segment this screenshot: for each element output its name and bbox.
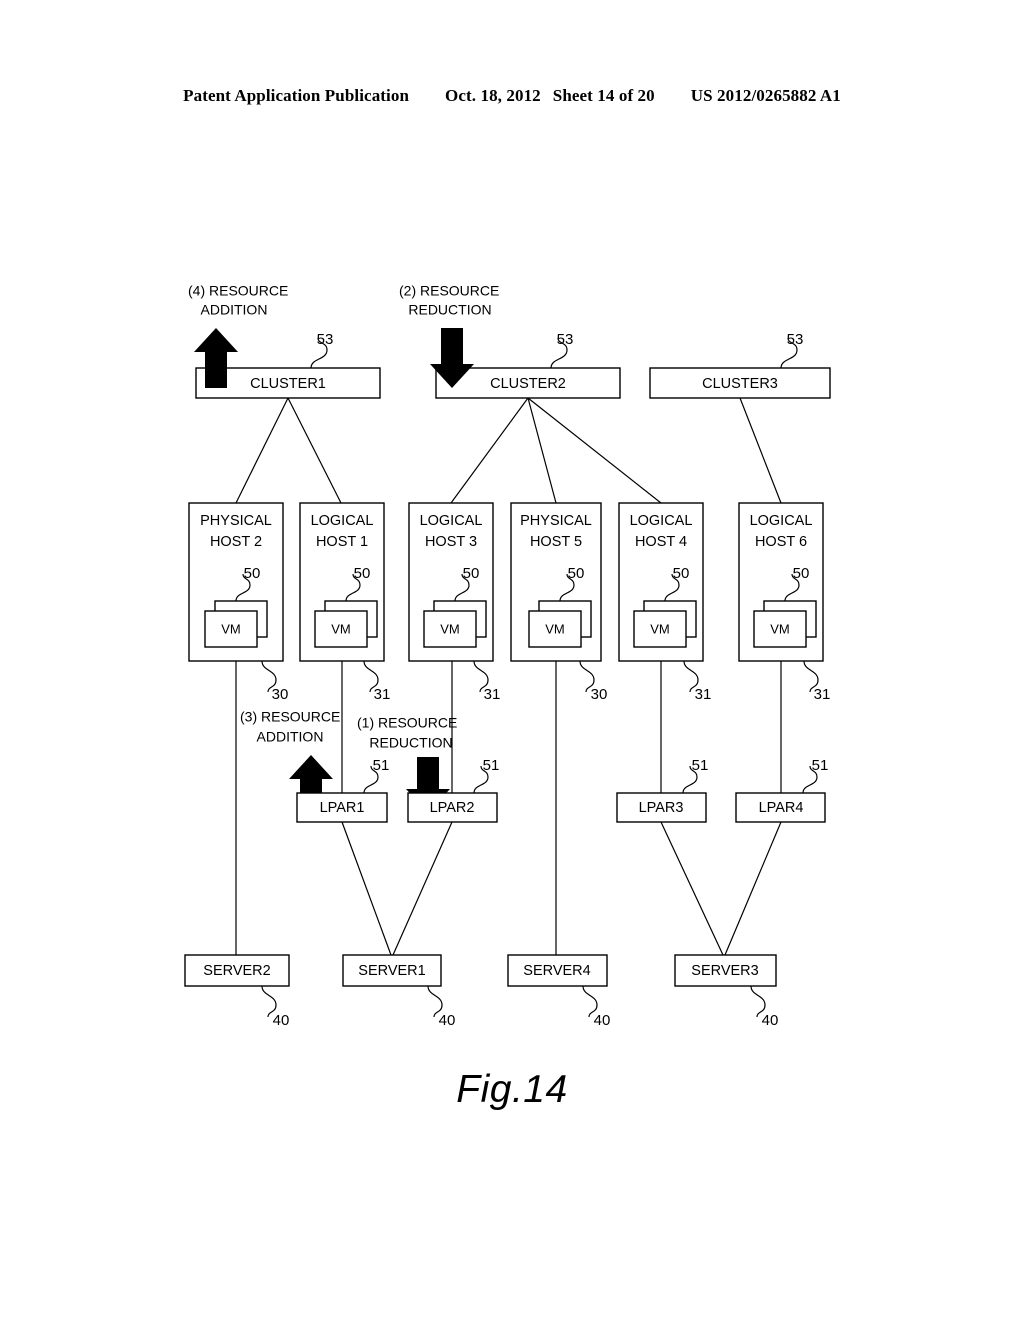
server-2-label: SERVER2 [203, 963, 270, 979]
host-4-ref: 30 [591, 686, 608, 703]
annotation-1-line1: (1) RESOURCE [357, 715, 457, 731]
host-1-vm-ref: 50 [244, 565, 261, 582]
annotation-2-line1: (2) RESOURCE [399, 283, 499, 299]
host-6-line1: LOGICAL [750, 513, 813, 529]
host-5-line2: HOST 4 [635, 534, 687, 550]
host-1-line1: PHYSICAL [200, 513, 272, 529]
server-box-2[interactable]: SERVER2 40 [184, 954, 290, 1029]
server-box-3[interactable]: SERVER3 40 [674, 954, 779, 1029]
connector-lpar1-server1 [341, 821, 392, 956]
host-5-vm-label: VM [650, 621, 670, 636]
connector-cluster2-host3 [450, 397, 529, 504]
host-reference-leaders: 30 31 31 30 31 31 [261, 660, 831, 703]
host-5-vm-ref: 50 [673, 565, 690, 582]
connector-cluster1-host1 [287, 397, 342, 504]
server-3-ref: 40 [762, 1012, 779, 1029]
cluster-host-connectors [235, 397, 782, 504]
lpar-2-ref: 51 [483, 757, 500, 774]
host-box-physical-host-5[interactable]: PHYSICAL HOST 5 VM 50 [510, 502, 602, 662]
host-box-logical-host-6[interactable]: LOGICAL HOST 6 VM 50 [738, 502, 824, 662]
host-row: PHYSICAL HOST 2 VM 50 LOGICAL HOST 1 VM … [188, 502, 824, 662]
connector-cluster3-host6 [739, 397, 782, 504]
host-4-line2: HOST 5 [530, 534, 582, 550]
host-box-logical-host-3[interactable]: LOGICAL HOST 3 VM 50 [408, 502, 494, 662]
host-1-ref: 30 [272, 686, 289, 703]
host-5-ref: 31 [695, 686, 712, 703]
figure-caption: Fig.14 [456, 1068, 568, 1111]
host-2-ref: 31 [374, 686, 391, 703]
host-4-vm-ref: 50 [568, 565, 585, 582]
cluster-row: CLUSTER1 CLUSTER2 CLUSTER3 [195, 367, 831, 399]
annotation-4-line2: ADDITION [201, 302, 268, 318]
cluster-box-3[interactable]: CLUSTER3 [649, 367, 831, 399]
server-box-1[interactable]: SERVER1 40 [342, 954, 456, 1029]
lpar-3-label: LPAR3 [639, 800, 684, 816]
host-4-line1: PHYSICAL [520, 513, 592, 529]
annotation-1-line2: REDUCTION [369, 735, 452, 751]
connector-lpar4-server3 [724, 821, 782, 956]
cluster-reference-leaders: 53 53 53 [310, 331, 804, 369]
host-4-vm-label: VM [545, 621, 565, 636]
lpar-3-ref: 51 [692, 757, 709, 774]
host-box-logical-host-1[interactable]: LOGICAL HOST 1 VM 50 [299, 502, 385, 662]
lpar-box-4[interactable]: LPAR4 51 [735, 757, 829, 823]
lpar-box-3[interactable]: LPAR3 51 [616, 757, 709, 823]
host-3-line1: LOGICAL [420, 513, 483, 529]
host-6-line2: HOST 6 [755, 534, 807, 550]
cluster-box-1-label: CLUSTER1 [250, 376, 326, 392]
lpar-4-label: LPAR4 [759, 800, 804, 816]
server-box-4[interactable]: SERVER4 40 [507, 954, 611, 1029]
host-6-vm-ref: 50 [793, 565, 810, 582]
host-box-physical-host-2[interactable]: PHYSICAL HOST 2 VM 50 [188, 502, 284, 662]
connector-lpar3-server3 [660, 821, 724, 956]
annotation-3-line1: (3) RESOURCE [240, 709, 340, 725]
host-3-vm-ref: 50 [463, 565, 480, 582]
host-2-line1: LOGICAL [311, 513, 374, 529]
host-box-logical-host-4[interactable]: LOGICAL HOST 4 VM 50 [618, 502, 704, 662]
host-6-ref: 31 [814, 686, 831, 703]
lpar-server-connectors [341, 821, 782, 956]
server-1-label: SERVER1 [358, 963, 425, 979]
host-1-line2: HOST 2 [210, 534, 262, 550]
annotation-2-line2: REDUCTION [408, 302, 491, 318]
connector-lpar2-server1 [392, 821, 453, 956]
connector-cluster1-host2 [235, 397, 289, 504]
lpar-1-ref: 51 [373, 757, 390, 774]
host-2-line2: HOST 1 [316, 534, 368, 550]
host-2-vm-ref: 50 [354, 565, 371, 582]
cluster-box-2-label: CLUSTER2 [490, 376, 566, 392]
cluster-3-ref: 53 [787, 331, 804, 348]
server-2-ref: 40 [273, 1012, 290, 1029]
cluster-box-3-label: CLUSTER3 [702, 376, 778, 392]
host-3-line2: HOST 3 [425, 534, 477, 550]
lpar-row: LPAR1 51 LPAR2 51 LPAR3 51 LPAR4 51 [296, 757, 829, 823]
cluster-1-ref: 53 [317, 331, 334, 348]
annotation-3-line2: ADDITION [257, 729, 324, 745]
patent-page: Patent Application Publication Oct. 18, … [0, 0, 1024, 1320]
host-3-ref: 31 [484, 686, 501, 703]
connector-cluster2-host4 [527, 397, 662, 504]
cluster-2-ref: 53 [557, 331, 574, 348]
lpar-2-label: LPAR2 [430, 800, 475, 816]
host-1-vm-label: VM [221, 621, 241, 636]
server-1-ref: 40 [439, 1012, 456, 1029]
lpar-1-label: LPAR1 [320, 800, 365, 816]
host-5-line1: LOGICAL [630, 513, 693, 529]
server-3-label: SERVER3 [691, 963, 758, 979]
lpar-4-ref: 51 [812, 757, 829, 774]
figure-14-diagram: CLUSTER1 CLUSTER2 CLUSTER3 53 53 53 (4) … [0, 0, 1024, 1320]
server-4-label: SERVER4 [523, 963, 590, 979]
server-4-ref: 40 [594, 1012, 611, 1029]
host-3-vm-label: VM [440, 621, 460, 636]
host-2-vm-label: VM [331, 621, 351, 636]
server-row: SERVER2 40 SERVER1 40 SERVER4 40 SERVER3 [184, 954, 779, 1029]
connector-cluster2-host5 [527, 397, 557, 504]
host-6-vm-label: VM [770, 621, 790, 636]
annotation-4-line1: (4) RESOURCE [188, 283, 288, 299]
